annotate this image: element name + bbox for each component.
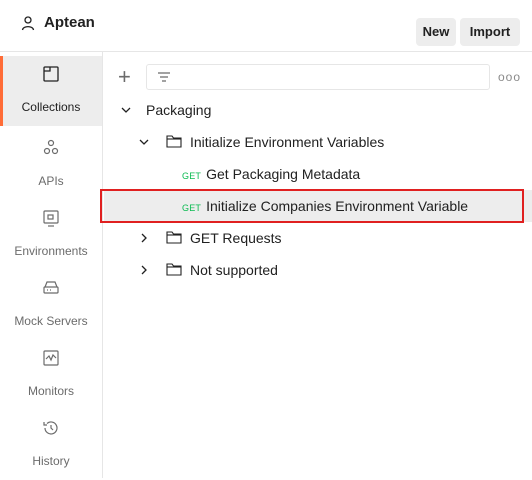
tree-item-request-selected[interactable]: GET Initialize Companies Environment Vari… [104, 190, 532, 222]
history-icon [41, 418, 61, 438]
monitors-icon [41, 348, 61, 368]
workspace-name: Aptean [44, 14, 95, 31]
request-name: Get Packaging Metadata [206, 166, 361, 182]
sidebar-item-label: Collections [21, 100, 81, 114]
folder-icon [166, 135, 182, 148]
sidebar-item-label: Mock Servers [14, 314, 88, 328]
sidebar-item-history[interactable]: History [0, 410, 102, 480]
folder-name: Initialize Environment Variables [190, 134, 385, 150]
user-icon [20, 15, 36, 31]
tree-item-folder[interactable]: Not supported [104, 254, 532, 286]
sidebar: Collections APIs Environments Mock Serve… [0, 52, 103, 478]
collection-name: Packaging [146, 102, 212, 118]
tree-item-collection[interactable]: Packaging [104, 94, 532, 126]
tree-item-request[interactable]: GET Get Packaging Metadata [104, 158, 532, 190]
sidebar-item-label: Environments [14, 244, 88, 258]
workspace-switcher[interactable]: Aptean [20, 14, 95, 31]
import-button[interactable]: Import [460, 18, 520, 46]
request-name: Initialize Companies Environment Variabl… [206, 198, 469, 214]
chevron-down-icon[interactable] [138, 136, 150, 148]
folder-icon [166, 231, 182, 244]
add-collection-button[interactable]: + [118, 64, 131, 90]
sidebar-item-label: Monitors [27, 384, 74, 398]
chevron-right-icon[interactable] [138, 232, 150, 244]
folder-name: GET Requests [190, 230, 282, 246]
sidebar-item-apis[interactable]: APIs [0, 130, 102, 200]
more-options-icon[interactable]: ooo [498, 70, 521, 84]
sidebar-item-monitors[interactable]: Monitors [0, 340, 102, 410]
chevron-down-icon[interactable] [120, 104, 132, 116]
request-method-badge: GET [182, 171, 202, 181]
sidebar-item-label: History [32, 454, 70, 468]
environments-icon [41, 208, 61, 228]
folder-icon [166, 263, 182, 276]
sidebar-item-mock-servers[interactable]: Mock Servers [0, 270, 102, 340]
workspace-header: Aptean New Import [0, 0, 532, 52]
sidebar-item-collections[interactable]: Collections [0, 56, 102, 126]
tree-item-folder[interactable]: GET Requests [104, 222, 532, 254]
filter-input[interactable] [146, 64, 490, 90]
new-button[interactable]: New [416, 18, 456, 46]
sidebar-item-label: APIs [38, 174, 64, 188]
mock-servers-icon [41, 278, 61, 298]
sidebar-item-environments[interactable]: Environments [0, 200, 102, 270]
apis-icon [41, 138, 61, 158]
request-method-badge: GET [182, 203, 202, 213]
chevron-right-icon[interactable] [138, 264, 150, 276]
tree-item-folder[interactable]: Initialize Environment Variables [104, 126, 532, 158]
collections-toolbar: + ooo [104, 64, 532, 92]
collections-panel: + ooo Packaging Initialize Environment V… [100, 52, 532, 478]
collections-icon [41, 64, 61, 84]
folder-name: Not supported [190, 262, 278, 278]
filter-icon [158, 72, 170, 82]
